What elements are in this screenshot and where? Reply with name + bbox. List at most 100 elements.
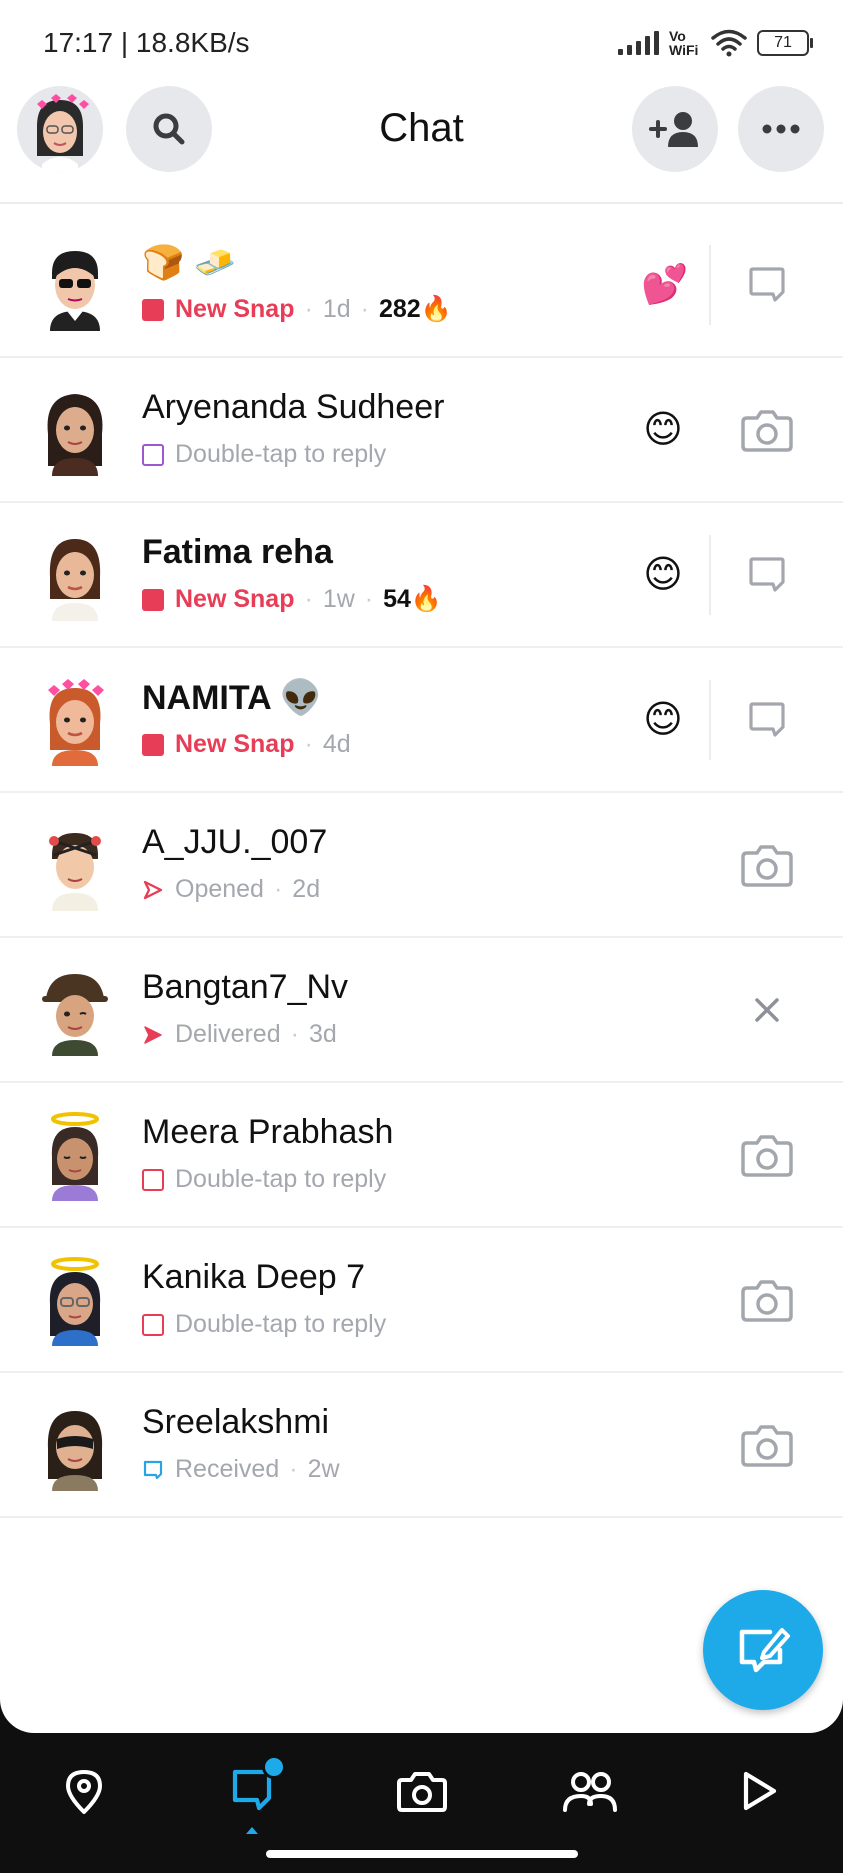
dismiss-button[interactable] bbox=[739, 984, 795, 1036]
friend-avatar bbox=[42, 974, 108, 1056]
unread-badge bbox=[262, 1755, 286, 1779]
chat-row[interactable]: NAMITA 👽 New Snap · 4d 😊 bbox=[0, 648, 843, 793]
home-indicator[interactable] bbox=[266, 1850, 578, 1858]
friend-emoji: 😊 bbox=[643, 409, 683, 451]
status-time: 3d bbox=[308, 1020, 337, 1048]
status-text: Double-tap to reply bbox=[175, 1310, 387, 1338]
status-time: 1w bbox=[322, 585, 355, 613]
friend-emoji: 😊 bbox=[643, 554, 683, 596]
friend-name: Kanika Deep 7 bbox=[142, 1258, 366, 1296]
chat-button[interactable] bbox=[739, 694, 795, 746]
stories-icon bbox=[743, 1771, 777, 1811]
chat-row[interactable]: Sreelakshmi Received · 2w bbox=[0, 1373, 843, 1518]
friend-name: Sreelakshmi bbox=[142, 1403, 330, 1441]
camera-icon bbox=[741, 1280, 793, 1322]
status-icons: Vo WiFi 71 bbox=[618, 26, 813, 60]
status-time: 1d bbox=[322, 295, 351, 323]
unread-chat-icon bbox=[142, 443, 164, 466]
camera-button[interactable] bbox=[739, 1274, 795, 1326]
signal-icon bbox=[618, 31, 659, 55]
chat-button[interactable] bbox=[739, 259, 795, 311]
friends-icon bbox=[563, 1772, 617, 1812]
chat-row[interactable]: 🍞 🧈 New Snap · 1d · 282🔥 💕 bbox=[0, 213, 843, 358]
add-friend-button[interactable] bbox=[632, 86, 718, 172]
chat-row[interactable]: Meera Prabhash Double-tap to reply bbox=[0, 1083, 843, 1228]
friend-name: Aryenanda Sudheer bbox=[142, 388, 445, 426]
status-bar: 17:17 | 18.8KB/s Vo WiFi 71 bbox=[0, 0, 843, 80]
separator: · bbox=[304, 585, 313, 613]
nav-camera[interactable] bbox=[390, 1759, 454, 1823]
chat-icon bbox=[749, 267, 785, 302]
chat-list: 🍞 🧈 New Snap · 1d · 282🔥 💕 Aryenanda Sud… bbox=[0, 213, 843, 1518]
chat-icon bbox=[749, 557, 785, 592]
status-text: New Snap bbox=[175, 295, 295, 323]
chat-row[interactable]: A_JJU._007 Opened · 2d bbox=[0, 793, 843, 938]
vowifi-label: Vo WiFi bbox=[669, 29, 701, 57]
chat-status: Delivered · 3d bbox=[142, 1020, 337, 1049]
status-time: 17:17 | 18.8KB/s bbox=[43, 27, 250, 58]
chat-status: New Snap · 1d · 282🔥 bbox=[142, 295, 452, 324]
more-button[interactable] bbox=[738, 86, 824, 172]
vowifi-line2: WiFi bbox=[669, 42, 699, 58]
friend-name: Fatima reha bbox=[142, 533, 333, 571]
camera-icon bbox=[741, 1425, 793, 1467]
streak-count: 54🔥 bbox=[383, 585, 443, 613]
status-text: Delivered bbox=[175, 1020, 281, 1048]
chat-button[interactable] bbox=[739, 549, 795, 601]
chat-row[interactable]: Aryenanda Sudheer Double-tap to reply 😊 bbox=[0, 358, 843, 503]
chat-status: Double-tap to reply bbox=[142, 440, 386, 469]
chat-status: Opened · 2d bbox=[142, 875, 320, 904]
chat-status: New Snap · 4d bbox=[142, 730, 351, 759]
camera-icon bbox=[741, 1135, 793, 1177]
nav-chat[interactable] bbox=[220, 1755, 286, 1834]
friend-avatar bbox=[49, 833, 101, 911]
received-chat-icon bbox=[143, 1460, 163, 1479]
nav-map[interactable] bbox=[52, 1759, 116, 1823]
status-text: Double-tap to reply bbox=[175, 440, 387, 468]
more-icon bbox=[762, 124, 800, 134]
new-snap-icon bbox=[142, 298, 164, 321]
battery-icon: 71 bbox=[757, 30, 813, 56]
chat-row[interactable]: Kanika Deep 7 Double-tap to reply bbox=[0, 1228, 843, 1373]
nav-stories[interactable] bbox=[726, 1759, 790, 1823]
friend-avatar bbox=[47, 1411, 103, 1491]
map-icon bbox=[66, 1770, 102, 1814]
friend-avatar bbox=[49, 539, 101, 621]
active-indicator-icon bbox=[246, 1827, 258, 1834]
friend-avatar bbox=[49, 1257, 101, 1346]
camera-button[interactable] bbox=[739, 404, 795, 456]
delivered-snap-icon bbox=[144, 1025, 162, 1044]
divider bbox=[709, 535, 711, 615]
chat-icon bbox=[749, 702, 785, 737]
camera-button[interactable] bbox=[739, 1419, 795, 1471]
separator: · bbox=[273, 875, 283, 903]
chat-screen: 17:17 | 18.8KB/s Vo WiFi 71 Chat 🍞 🧈 New… bbox=[0, 0, 843, 1733]
chat-status: Double-tap to reply bbox=[142, 1165, 386, 1194]
chat-status: Double-tap to reply bbox=[142, 1310, 386, 1339]
status-time: 2d bbox=[292, 875, 321, 903]
wifi-icon bbox=[711, 29, 747, 57]
chat-row[interactable]: Fatima reha New Snap · 1w · 54🔥 😊 bbox=[0, 503, 843, 648]
separator: · bbox=[290, 1020, 299, 1048]
new-chat-icon bbox=[739, 1628, 790, 1673]
separator: · bbox=[364, 585, 374, 613]
chat-row[interactable]: Bangtan7_Nv Delivered · 3d bbox=[0, 938, 843, 1083]
separator: · bbox=[360, 295, 369, 323]
chat-header: Chat bbox=[0, 80, 843, 204]
camera-icon bbox=[741, 410, 793, 452]
new-chat-button[interactable] bbox=[703, 1590, 823, 1710]
status-text: Opened bbox=[175, 875, 264, 903]
unread-chat-icon bbox=[142, 1168, 164, 1191]
separator: · bbox=[304, 295, 313, 323]
camera-button[interactable] bbox=[739, 1129, 795, 1181]
friend-avatar bbox=[47, 394, 103, 476]
nav-friends[interactable] bbox=[558, 1759, 622, 1823]
add-friend-icon bbox=[649, 112, 698, 147]
camera-button[interactable] bbox=[739, 839, 795, 891]
vowifi-line1: Vo bbox=[669, 28, 686, 44]
divider bbox=[709, 245, 711, 325]
status-text: Double-tap to reply bbox=[175, 1165, 387, 1193]
separator: · bbox=[289, 1455, 298, 1483]
status-text: New Snap bbox=[175, 585, 295, 613]
friend-name: Meera Prabhash bbox=[142, 1113, 394, 1151]
